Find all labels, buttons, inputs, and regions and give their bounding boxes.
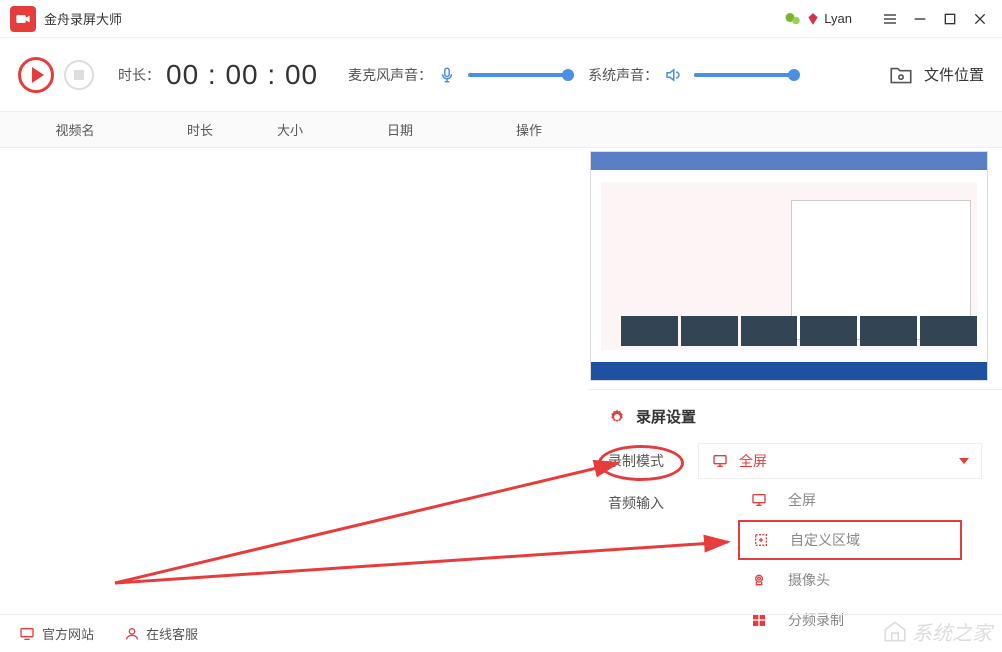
app-logo [10,6,36,32]
camera-icon [750,572,768,588]
th-duration: 时长 [150,120,250,139]
microphone-icon[interactable] [438,66,456,84]
menu-button[interactable] [878,7,902,31]
stop-button[interactable] [64,60,94,90]
system-audio-label: 系统声音： [588,65,658,85]
mic-slider[interactable] [468,73,568,77]
record-button[interactable] [18,57,54,93]
th-action: 操作 [470,120,588,139]
th-name: 视频名 [0,120,150,139]
preview-area [590,151,988,381]
option-custom-area[interactable]: 自定义区域 [738,520,962,560]
user-info[interactable]: Lyan [784,10,852,28]
option-fullscreen[interactable]: 全屏 [738,480,962,520]
monitor-icon [711,453,729,469]
support-icon [124,626,140,642]
chevron-down-icon [959,458,969,464]
mic-label: 麦克风声音： [348,65,432,85]
app-title: 金舟录屏大师 [44,9,122,28]
duration-label: 时长： [118,65,160,85]
username: Lyan [824,11,852,26]
th-date: 日期 [330,120,470,139]
mode-label: 录制模式 [608,451,698,471]
mode-dropdown[interactable]: 全屏 [698,443,982,479]
diamond-icon [806,12,820,26]
table-header: 视频名 时长 大小 日期 操作 [0,112,1002,148]
recording-list [0,148,588,614]
selection-icon [752,532,770,548]
wechat-icon [784,10,802,28]
maximize-button[interactable] [938,7,962,31]
official-site-link[interactable]: 官方网站 [18,624,94,643]
audio-input-label: 音频输入 [608,493,698,513]
system-slider[interactable] [694,73,794,77]
monitor-icon [750,492,768,508]
online-service-link[interactable]: 在线客服 [124,624,198,643]
speaker-icon[interactable] [664,66,682,84]
th-size: 大小 [250,120,330,139]
minimize-button[interactable] [908,7,932,31]
option-camera[interactable]: 摄像头 [738,560,962,600]
folder-icon [886,62,916,88]
file-location-button[interactable]: 文件位置 [886,62,984,88]
file-location-label: 文件位置 [924,64,984,85]
monitor-icon [18,626,36,642]
gear-icon [608,408,626,426]
close-button[interactable] [968,7,992,31]
settings-title: 录屏设置 [636,406,696,427]
duration-time: 00 : 00 : 00 [166,59,318,91]
mode-selected: 全屏 [739,451,959,471]
